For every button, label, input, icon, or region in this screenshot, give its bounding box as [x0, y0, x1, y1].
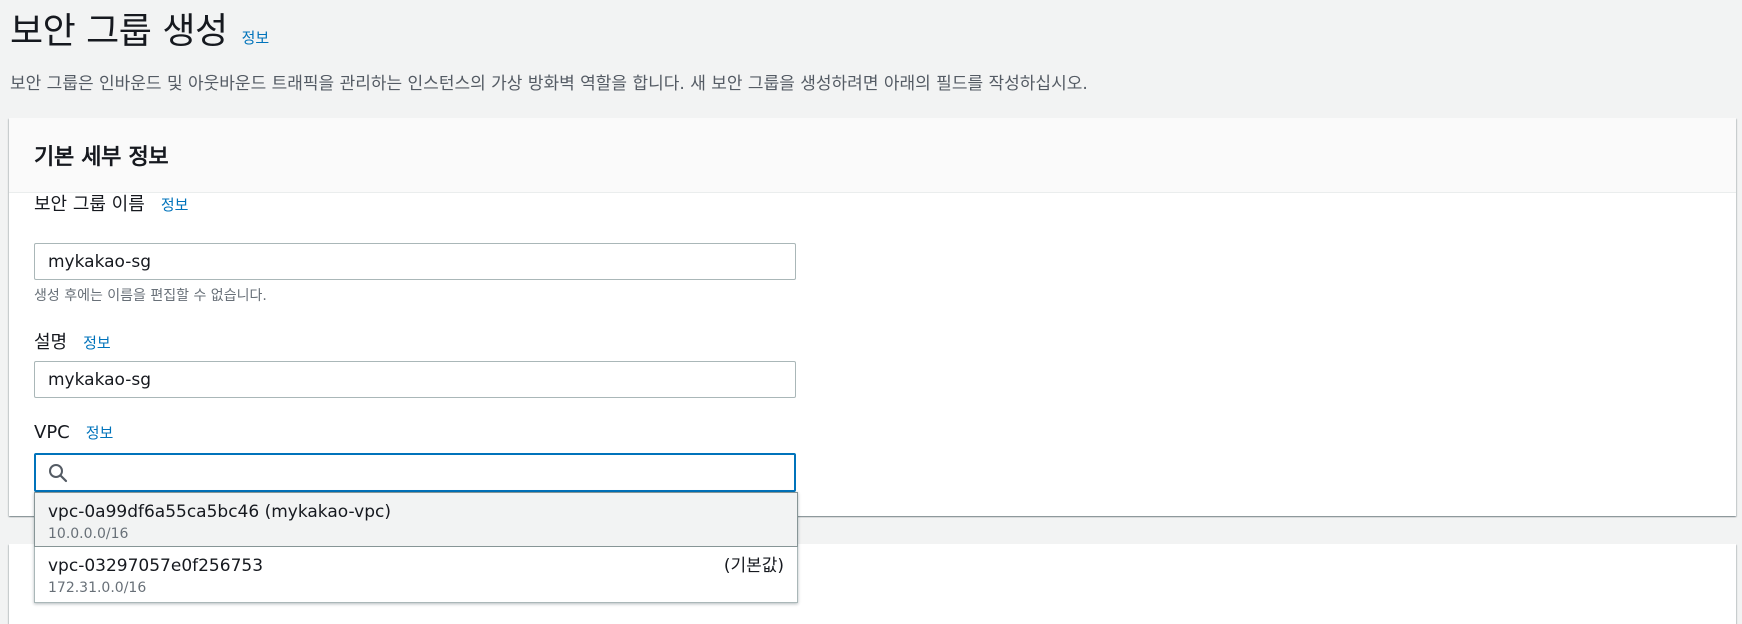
- basic-details-title: 기본 세부 정보: [34, 145, 169, 170]
- vpc-option[interactable]: vpc-03297057e0f256753 172.31.0.0/16 (기본값…: [35, 547, 797, 602]
- search-icon: [47, 462, 69, 484]
- page-header: 보안 그룹 생성 정보: [10, 10, 269, 54]
- vpc-field-label: VPC: [34, 422, 70, 443]
- basic-details-header: 기본 세부 정보: [9, 118, 1736, 193]
- page-info-link[interactable]: 정보: [242, 27, 270, 48]
- security-group-name-input[interactable]: [34, 243, 796, 280]
- vpc-search-input[interactable]: [77, 456, 761, 489]
- vpc-search-box[interactable]: [34, 453, 796, 492]
- name-field-hint: 생성 후에는 이름을 편집할 수 없습니다.: [34, 288, 267, 304]
- description-field-label: 설명: [34, 332, 68, 353]
- vpc-field-info-link[interactable]: 정보: [86, 422, 114, 443]
- description-field-info-link[interactable]: 정보: [83, 332, 111, 353]
- vpc-field-label-row: VPC 정보: [34, 422, 113, 443]
- name-field-label-row: 보안 그룹 이름 정보: [34, 190, 188, 216]
- name-field-label: 보안 그룹 이름: [34, 194, 145, 215]
- name-field-info-link[interactable]: 정보: [161, 194, 189, 215]
- vpc-option-label: vpc-03297057e0f256753: [48, 556, 264, 576]
- page-description: 보안 그룹은 인바운드 및 아웃바운드 트래픽을 관리하는 인스턴스의 가상 방…: [10, 74, 1088, 94]
- vpc-option-cidr: 172.31.0.0/16: [48, 580, 147, 596]
- page-title: 보안 그룹 생성: [10, 11, 228, 52]
- basic-details-panel: 기본 세부 정보 보안 그룹 이름 정보 생성 후에는 이름을 편집할 수 없습…: [9, 118, 1736, 516]
- vpc-option-cidr: 10.0.0.0/16: [48, 526, 129, 542]
- description-input[interactable]: [34, 361, 796, 398]
- vpc-dropdown-list: vpc-0a99df6a55ca5bc46 (mykakao-vpc) 10.0…: [34, 492, 798, 603]
- vpc-option[interactable]: vpc-0a99df6a55ca5bc46 (mykakao-vpc) 10.0…: [34, 492, 798, 547]
- description-field-label-row: 설명 정보: [34, 328, 111, 354]
- vpc-option-label: vpc-0a99df6a55ca5bc46 (mykakao-vpc): [48, 502, 391, 522]
- vpc-default-tag: (기본값): [723, 556, 784, 576]
